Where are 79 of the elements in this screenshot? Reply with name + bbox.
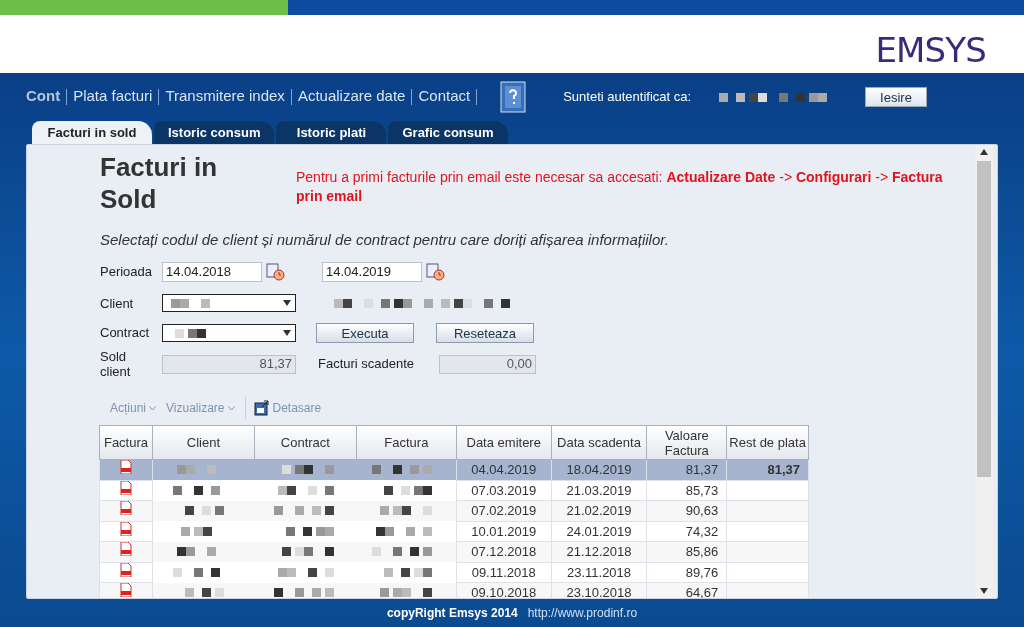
nav-link[interactable]: Plata facturi [73,85,153,108]
tab[interactable]: Istoric consum [154,121,275,144]
table-cell: 07.12.2018 [456,541,552,562]
auth-label: Sunteti autentificat ca: [563,87,692,106]
field-label: Perioada [100,262,154,281]
table-cell: 18.04.2019 [551,459,647,480]
page-title: Facturi in Sold [100,151,218,215]
table-cell: 81,37 [726,459,809,480]
column-header[interactable]: Contract [254,425,357,460]
column-header[interactable]: Factura [356,425,457,460]
nav-link[interactable]: Transmitere index [165,85,285,108]
tab[interactable]: Istoric plati [276,121,387,144]
column-header[interactable]: Data scadenta [551,425,647,460]
tab[interactable]: Grafic consum [388,121,508,144]
table-cell: 90,63 [646,500,727,521]
pdf-icon[interactable] [120,521,132,536]
pdf-icon[interactable] [120,480,132,495]
table-cell: 21.03.2019 [551,480,647,501]
execute-button[interactable]: Executa [316,323,414,343]
chevron-icon [149,405,157,411]
footer-link[interactable]: http://www.prodinf.ro [527,604,638,622]
email-notice: Pentru a primi facturile prin email este necesar sa accesati: Actualizare Date -> Configurari -> Factura prin email [296,168,944,206]
pdf-icon[interactable] [120,542,132,556]
table-cell: 07.02.2019 [456,500,552,521]
column-header[interactable]: Client [152,425,255,460]
column-header[interactable]: Valoare Factura [646,425,727,460]
column-header[interactable]: Rest de plata [726,425,809,460]
calendar-clock-icon[interactable] [266,262,286,281]
nav-link[interactable]: Actualizare date [297,85,406,108]
overdue-field[interactable]: 0,00 [439,354,536,374]
logo: EMSYS [875,33,986,67]
caret-icon[interactable] [283,300,291,307]
table-cell: 09.11.2018 [456,562,552,583]
table-cell: 21.12.2018 [551,541,647,562]
column-header[interactable]: Data emitere [456,425,552,460]
table-cell: 23.11.2018 [551,562,647,583]
table-cell: 04.04.2019 [456,459,552,480]
logout-button[interactable]: Iesire [865,86,927,107]
nav-link[interactable]: Contact [418,85,471,108]
pdf-icon[interactable] [120,501,132,515]
pdf-icon[interactable] [120,562,132,577]
table-cell: 89,76 [646,562,727,583]
caret-icon[interactable] [283,330,291,336]
balance-field[interactable]: 81,37 [162,354,296,374]
tab[interactable]: Facturi in sold [32,121,152,144]
date-field[interactable]: 14.04.2018 [162,261,262,282]
table-cell: 21.02.2019 [551,500,647,521]
table-cell: 81,37 [646,459,727,480]
table-cell: 85,86 [646,541,727,562]
invoice-row[interactable]: 07.02.2019 21.02.2019 90,63 [99,500,809,521]
field-label: Facturi scadente [318,355,416,374]
caret-icon[interactable] [980,149,988,155]
date-field[interactable]: 14.04.2019 [322,261,422,282]
table-cell: 24.01.2019 [551,521,647,542]
column-header[interactable]: Factura [99,425,153,460]
client-select[interactable] [162,294,296,313]
table-cell: 07.03.2019 [456,480,552,501]
reset-button[interactable]: Reseteaza [436,323,534,343]
chevron-icon [227,405,235,411]
instruction-text: Selectați codul de client și numărul de contract pentru care doriți afișarea informațiilor. [100,230,670,250]
table-cell: 74,32 [646,521,727,542]
field-label: Sold client [100,349,132,379]
invoice-row[interactable]: 04.04.2019 18.04.2019 81,37 81,37 [99,459,809,480]
calendar-clock-icon[interactable] [426,262,446,281]
field-label: Contract [100,324,151,343]
detach-window-icon [253,400,270,416]
table-cell: 85,73 [646,480,727,501]
caret-icon[interactable] [980,588,988,594]
contract-select[interactable] [162,324,296,342]
scrollbar[interactable] [975,145,993,598]
invoice-row[interactable]: 07.12.2018 21.12.2018 85,86 [99,541,809,562]
pdf-icon[interactable] [120,583,132,597]
copyright-text: copyRight Emsys 2014 [386,605,518,622]
table-cell: 10.01.2019 [456,521,552,542]
pdf-icon[interactable] [120,460,132,474]
nav-link[interactable]: Cont [26,85,61,108]
field-label: Client [100,294,135,313]
help-book-icon[interactable] [499,80,528,113]
table-cell: 09.10.2018 [456,582,552,598]
